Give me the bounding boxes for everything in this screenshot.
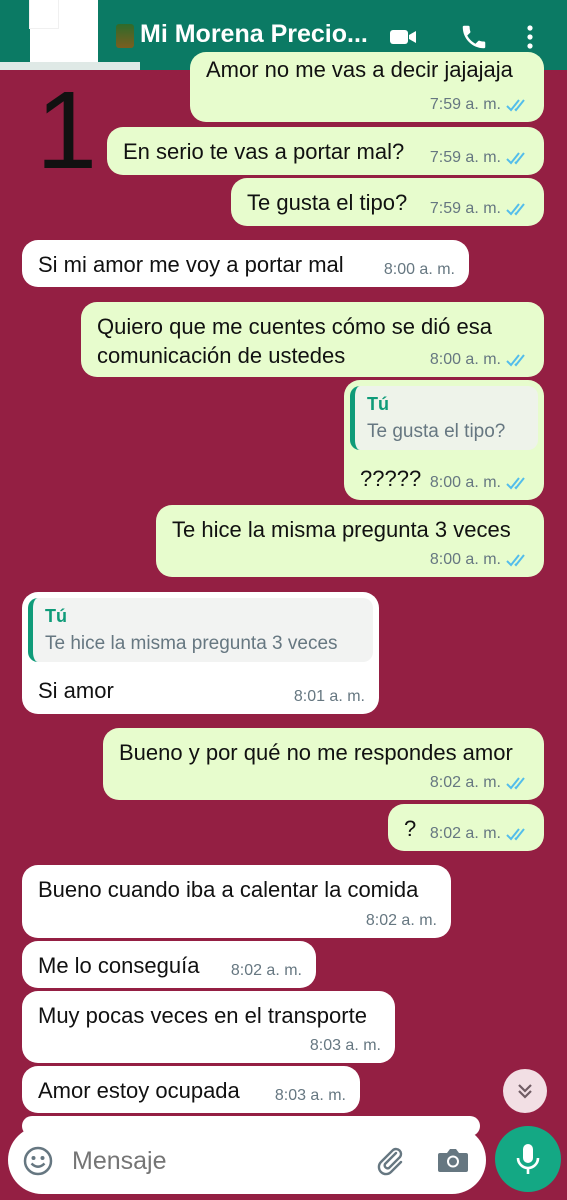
read-ticks-icon (506, 553, 530, 567)
message-time: 7:59 a. m. (429, 96, 501, 113)
message-time: 8:02 a. m. (365, 912, 437, 929)
video-call-icon[interactable] (388, 22, 418, 52)
read-ticks-icon (506, 151, 530, 165)
read-ticks-icon (506, 98, 530, 112)
read-ticks-icon (506, 353, 530, 367)
message-bubble-outgoing[interactable]: Quiero que me cuentes cómo se dió esa co… (81, 302, 544, 377)
message-text: Amor estoy ocupada (38, 1078, 240, 1103)
message-bubble-outgoing[interactable]: Bueno y por qué no me respondes amor 8:0… (103, 728, 544, 800)
message-time: 8:00 a. m. (429, 474, 501, 491)
quoted-message[interactable]: Tú Te hice la misma pregunta 3 veces (28, 598, 373, 662)
message-time: 8:02 a. m. (429, 774, 501, 791)
message-time: 8:03 a. m. (274, 1087, 346, 1104)
message-bubble-outgoing-reply[interactable]: Tú Te gusta el tipo? ????? 8:00 a. m. (344, 380, 544, 500)
message-bubble-outgoing[interactable]: Amor no me vas a decir jajajaja 7:59 a. … (190, 52, 544, 122)
message-time: 8:00 a. m. (429, 351, 501, 368)
voice-call-icon[interactable] (459, 22, 489, 52)
read-ticks-icon (506, 776, 530, 790)
message-text: ????? (360, 466, 422, 491)
message-text: Amor no me vas a decir jajajaja (206, 57, 513, 82)
message-time: 8:00 a. m. (429, 551, 501, 568)
message-text: Si amor (38, 678, 114, 703)
more-options-icon[interactable] (520, 22, 540, 52)
contact-name[interactable]: Mi Morena Precio... (140, 20, 368, 49)
microphone-button[interactable] (495, 1126, 561, 1192)
message-text: Me lo conseguía (38, 953, 200, 978)
message-text: Te hice la misma pregunta 3 veces (172, 517, 511, 542)
message-bubble-incoming[interactable]: Amor estoy ocupada 8:03 a. m. (22, 1066, 360, 1113)
scroll-to-bottom-button[interactable] (503, 1069, 547, 1113)
message-time: 8:02 a. m. (429, 825, 501, 842)
message-bubble-outgoing[interactable]: Te hice la misma pregunta 3 veces 8:00 a… (156, 505, 544, 577)
message-time: 7:59 a. m. (429, 149, 501, 166)
message-bubble-incoming[interactable]: Si mi amor me voy a portar mal 8:00 a. m… (22, 240, 469, 287)
read-ticks-icon (506, 476, 530, 490)
message-text: Bueno cuando iba a calentar la comida (38, 877, 419, 902)
message-input[interactable] (70, 1146, 334, 1177)
message-bubble-incoming-reply[interactable]: Tú Te hice la misma pregunta 3 veces Si … (22, 592, 379, 714)
message-text: Muy pocas veces en el transporte (38, 1003, 367, 1028)
message-bubble-incoming[interactable]: Bueno cuando iba a calentar la comida 8:… (22, 865, 451, 938)
message-text: Si mi amor me voy a portar mal (38, 252, 344, 277)
message-time: 8:01 a. m. (293, 688, 365, 705)
microphone-icon (516, 1144, 540, 1174)
quoted-text: Te gusta el tipo? (367, 421, 506, 442)
quoted-author: Tú (367, 394, 389, 414)
read-ticks-icon (506, 202, 530, 216)
read-ticks-icon (506, 827, 530, 841)
message-text: ? (404, 816, 417, 841)
message-text: Bueno y por qué no me respondes amor (119, 740, 513, 765)
message-bubble-outgoing[interactable]: ? 8:02 a. m. (388, 804, 544, 851)
camera-icon[interactable] (436, 1144, 470, 1176)
message-text: En serio te vas a portar mal? (123, 139, 405, 164)
message-bubble-outgoing[interactable]: En serio te vas a portar mal? 7:59 a. m. (107, 127, 544, 175)
message-composer (8, 1126, 486, 1194)
message-bubble-incoming[interactable]: Me lo conseguía 8:02 a. m. (22, 941, 316, 988)
contact-avatar[interactable] (30, 0, 98, 64)
message-time: 8:00 a. m. (383, 261, 455, 278)
attach-icon[interactable] (374, 1144, 406, 1176)
avatar-tile (30, 0, 58, 28)
message-time: 8:02 a. m. (230, 962, 302, 979)
double-chevron-down-icon (518, 1084, 532, 1099)
message-time: 8:03 a. m. (309, 1037, 381, 1054)
message-bubble-outgoing[interactable]: Te gusta el tipo? 7:59 a. m. (231, 178, 544, 226)
message-time: 7:59 a. m. (429, 200, 501, 217)
overlay-counter: 1 (36, 69, 98, 192)
message-text: Te gusta el tipo? (247, 190, 408, 215)
quoted-text: Te hice la misma pregunta 3 veces (45, 633, 338, 654)
emoji-icon[interactable] (22, 1145, 54, 1177)
quoted-author: Tú (45, 606, 67, 626)
quoted-message[interactable]: Tú Te gusta el tipo? (350, 386, 538, 450)
contact-emoji-icon (116, 24, 134, 48)
message-bubble-incoming[interactable]: Muy pocas veces en el transporte 8:03 a.… (22, 991, 395, 1063)
